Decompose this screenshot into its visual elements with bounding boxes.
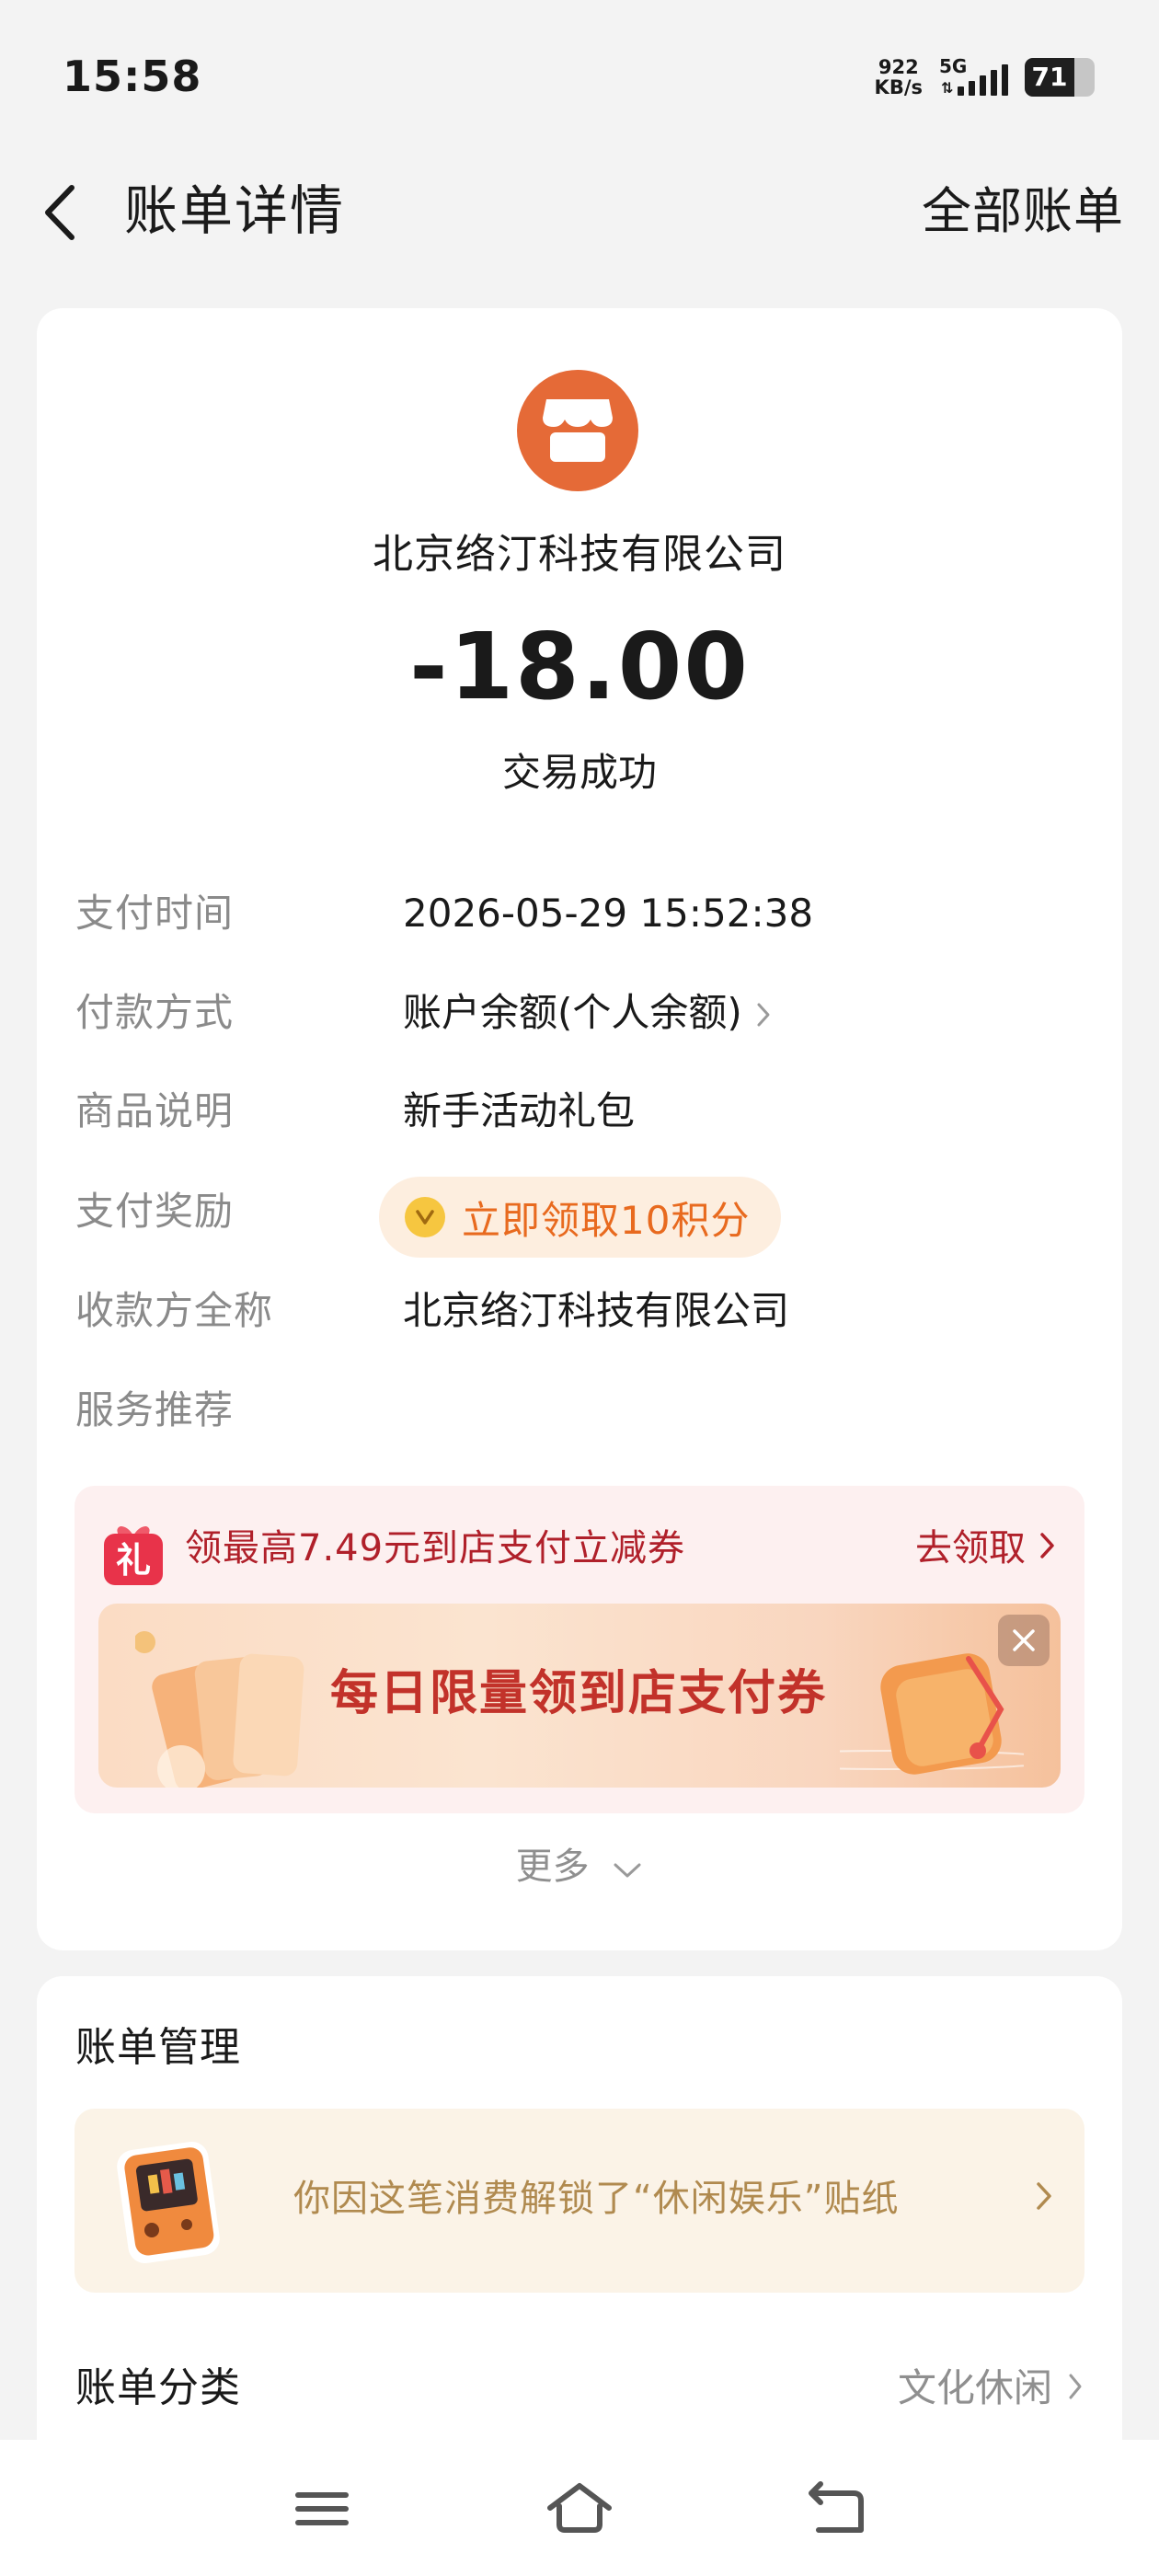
- store-icon: [517, 370, 638, 491]
- gift-icon: 礼: [100, 1521, 166, 1587]
- product-label: 商品说明: [75, 1088, 235, 1133]
- sticker-unlock-banner[interactable]: 你因这笔消费解锁了“休闲娱乐”贴纸: [75, 2109, 1084, 2293]
- wallet-illustration: [729, 1622, 1061, 1782]
- pay-time-label: 支付时间: [75, 891, 235, 936]
- bill-category-value: 文化休闲: [897, 2365, 1052, 2410]
- chevron-right-icon: [1039, 1523, 1057, 1574]
- chevron-down-icon: [612, 1843, 643, 1894]
- network-speed-value: 922: [878, 56, 919, 78]
- payee-row: 收款方全称 北京络汀科技有限公司: [75, 1283, 1087, 1339]
- transaction-amount: -18.00: [409, 613, 750, 720]
- home-icon[interactable]: [543, 2477, 616, 2541]
- menu-icon[interactable]: [285, 2477, 359, 2541]
- transaction-status: 交易成功: [501, 750, 657, 795]
- close-icon[interactable]: [998, 1615, 1050, 1666]
- promo-box: 礼 领最高7.49元到店支付立减券 去领取 每日限量领到店支付券: [75, 1486, 1084, 1813]
- bill-management-title: 账单管理: [75, 2024, 241, 2071]
- more-button[interactable]: 更多: [37, 1841, 1122, 1894]
- service-row: 服务推荐: [75, 1383, 1087, 1438]
- claim-points-button[interactable]: 立即领取10积分: [379, 1177, 782, 1258]
- payment-method-label: 付款方式: [75, 990, 235, 1035]
- chevron-right-icon: [755, 988, 772, 1043]
- sticker-unlock-text: 你因这笔消费解锁了“休闲娱乐”贴纸: [293, 2178, 900, 2220]
- bill-category-label: 账单分类: [75, 2364, 241, 2411]
- chevron-right-icon: [1067, 2361, 1084, 2416]
- reward-row: 支付奖励 立即领取10积分: [75, 1177, 1087, 1258]
- promo-text: 领最高7.49元到店支付立减券: [185, 1527, 686, 1570]
- back-icon[interactable]: [800, 2477, 874, 2541]
- network-speed-unit: KB/s: [874, 76, 923, 98]
- more-label: 更多: [515, 1846, 590, 1888]
- status-indicators: 922 KB/s 5G ⇅ 71: [875, 53, 1095, 101]
- transaction-card: 北京络汀科技有限公司 -18.00 交易成功 支付时间 2026-05-29 1…: [37, 308, 1122, 1950]
- battery-level: 71: [1031, 62, 1068, 92]
- claim-coupon-label: 去领取: [915, 1527, 1026, 1570]
- gift-glyph: 礼: [116, 1540, 151, 1581]
- all-bills-link[interactable]: 全部账单: [922, 182, 1124, 241]
- payment-method-value: 账户余额(个人余额): [403, 990, 742, 1035]
- network-type: 5G: [939, 55, 968, 77]
- payment-method-value-wrap[interactable]: 账户余额(个人余额): [403, 985, 772, 1043]
- pay-time-value: 2026-05-29 15:52:38: [403, 891, 814, 936]
- banner-text: 每日限量领到店支付券: [330, 1666, 828, 1721]
- merchant-name: 北京络汀科技有限公司: [373, 531, 786, 578]
- status-time: 15:58: [63, 52, 202, 101]
- data-arrows-icon: ⇅: [941, 79, 954, 97]
- battery-icon: 71: [1025, 58, 1095, 97]
- coupon-tickets-illustration: [133, 1631, 319, 1788]
- page-title: 账单详情: [124, 179, 346, 242]
- payee-label: 收款方全称: [75, 1288, 274, 1333]
- bill-category-selector[interactable]: 文化休闲: [898, 2361, 1084, 2416]
- service-label: 服务推荐: [75, 1387, 235, 1432]
- reward-label: 支付奖励: [75, 1189, 235, 1234]
- pay-time-row: 支付时间 2026-05-29 15:52:38: [75, 886, 1087, 941]
- chevron-right-icon: [1035, 2180, 1053, 2215]
- game-console-sticker-icon: [115, 2136, 225, 2269]
- chevron-left-icon[interactable]: [37, 180, 92, 245]
- coupon-banner[interactable]: 每日限量领到店支付券: [98, 1604, 1061, 1788]
- status-bar: 15:58 922 KB/s 5G ⇅ 71: [0, 0, 1159, 156]
- coin-icon: [405, 1197, 445, 1237]
- payee-value: 北京络汀科技有限公司: [403, 1288, 790, 1333]
- claim-coupon-link[interactable]: 去领取: [915, 1523, 1057, 1574]
- product-row: 商品说明 新手活动礼包: [75, 1084, 1087, 1139]
- network-speed: 922 KB/s: [875, 57, 923, 98]
- system-nav-bar: [0, 2440, 1159, 2576]
- header: 账单详情 全部账单: [0, 156, 1159, 267]
- signal-icon: 5G ⇅: [939, 55, 1008, 97]
- product-value: 新手活动礼包: [403, 1088, 636, 1133]
- claim-points-label: 立即领取10积分: [462, 1197, 751, 1243]
- payment-method-row[interactable]: 付款方式 账户余额(个人余额): [75, 985, 1087, 1041]
